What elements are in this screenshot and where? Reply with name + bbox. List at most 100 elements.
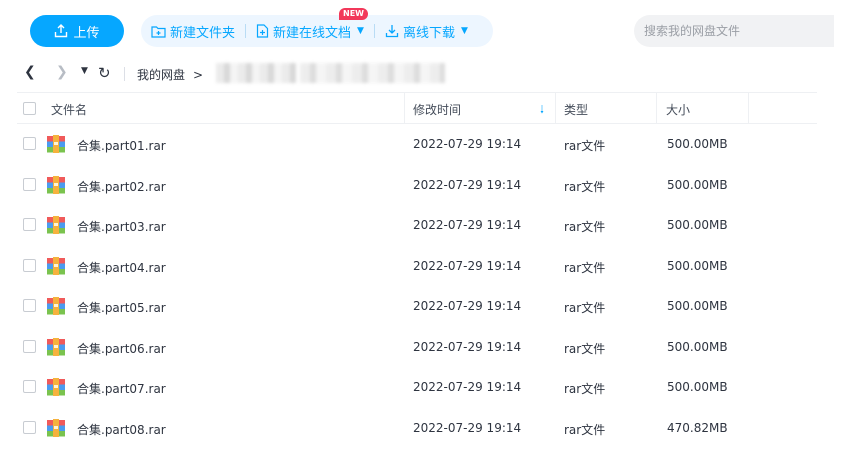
table-row[interactable]: 合集.part02.rar 2022-07-29 19:14 rar文件 500…: [17, 165, 817, 206]
offline-download-label: 离线下载: [402, 25, 455, 41]
file-type: rar文件: [564, 179, 606, 194]
new-folder-icon: [151, 25, 166, 38]
table-body: 合集.part01.rar 2022-07-29 19:14 rar文件 500…: [17, 124, 817, 448]
table-row[interactable]: 合集.part04.rar 2022-07-29 19:14 rar文件 500…: [17, 246, 817, 287]
file-name[interactable]: 合集.part01.rar: [77, 137, 166, 154]
file-modified: 2022-07-29 19:14: [413, 177, 522, 192]
chevron-down-icon: ▼: [357, 26, 364, 36]
file-size: 500.00MB: [667, 380, 728, 394]
new-online-doc-button[interactable]: 新建在线文档 ▼: [256, 22, 364, 41]
file-type: rar文件: [564, 139, 606, 153]
row-checkbox[interactable]: [23, 380, 36, 393]
refresh-icon[interactable]: ↻: [98, 64, 111, 82]
dropdown-icon[interactable]: ▼: [81, 66, 88, 76]
row-checkbox[interactable]: [23, 258, 36, 272]
file-name[interactable]: 合集.part06.rar: [77, 340, 166, 357]
table-header: 文件名 修改时间 🠓 类型 大小: [17, 92, 817, 124]
file-type: rar文件: [564, 382, 606, 396]
toolbar: 上传 新建文件夹 新建在线文档 ▼ NEW 离线下载 ▼ 搜索我的网盘文件: [0, 0, 845, 58]
file-modified: 2022-07-29 19:14: [413, 420, 522, 435]
file-size: 500.00MB: [667, 177, 728, 192]
search-input[interactable]: [634, 15, 834, 47]
back-icon[interactable]: ❮: [24, 64, 36, 80]
row-checkbox[interactable]: [23, 339, 36, 353]
table-row[interactable]: 合集.part05.rar 2022-07-29 19:14 rar文件 500…: [17, 286, 817, 327]
action-group: 新建文件夹 新建在线文档 ▼ NEW 离线下载 ▼: [141, 8, 493, 47]
sort-desc-icon[interactable]: 🠓: [540, 101, 544, 120]
file-modified: 2022-07-29 19:14: [413, 218, 522, 232]
rar-file-icon: [47, 297, 65, 315]
upload-label: 上传: [73, 25, 100, 41]
file-type: rar文件: [564, 341, 606, 356]
rar-file-icon: [47, 256, 65, 275]
row-checkbox[interactable]: [23, 299, 36, 312]
file-size: 500.00MB: [667, 218, 728, 232]
table-row[interactable]: 合集.part08.rar 2022-07-29 19:14 rar文件 470…: [17, 408, 817, 449]
chevron-down-icon: ▼: [460, 26, 468, 36]
new-folder-label: 新建文件夹: [170, 25, 236, 41]
file-name[interactable]: 合集.part04.rar: [77, 259, 166, 276]
file-size: 500.00MB: [667, 339, 728, 354]
file-size: 500.00MB: [667, 299, 728, 313]
header-size[interactable]: 大小: [666, 101, 690, 118]
file-name[interactable]: 合集.part07.rar: [77, 380, 166, 397]
row-checkbox[interactable]: [23, 137, 36, 150]
download-icon: [385, 25, 399, 38]
file-name[interactable]: 合集.part05.rar: [77, 299, 166, 316]
file-size: 470.82MB: [667, 420, 728, 435]
file-type: rar文件: [564, 301, 606, 315]
file-name[interactable]: 合集.part03.rar: [77, 218, 166, 235]
offline-download-button[interactable]: 离线下载 ▼: [385, 22, 468, 41]
select-all-checkbox[interactable]: [23, 102, 36, 115]
header-modified[interactable]: 修改时间: [413, 101, 461, 118]
file-type: rar文件: [564, 260, 606, 275]
breadcrumb: 我的网盘 >: [137, 66, 203, 83]
column-divider: [555, 93, 556, 124]
column-divider: [748, 93, 749, 124]
row-checkbox[interactable]: [23, 420, 36, 434]
file-modified: 2022-07-29 19:14: [413, 339, 522, 354]
forward-icon[interactable]: ❯: [56, 64, 68, 80]
divider: [373, 24, 375, 38]
breadcrumb-separator: >: [193, 67, 204, 82]
file-modified: 2022-07-29 19:14: [413, 380, 522, 394]
file-name[interactable]: 合集.part08.rar: [77, 421, 166, 438]
column-divider: [404, 93, 405, 124]
header-type[interactable]: 类型: [564, 101, 588, 118]
table-row[interactable]: 合集.part07.rar 2022-07-29 19:14 rar文件 500…: [17, 367, 817, 408]
file-name[interactable]: 合集.part02.rar: [77, 178, 166, 195]
rar-file-icon: [47, 216, 65, 234]
file-modified: 2022-07-29 19:14: [413, 299, 522, 313]
divider: [124, 67, 125, 81]
row-checkbox[interactable]: [23, 218, 36, 231]
row-checkbox[interactable]: [23, 177, 36, 191]
redacted-path: [216, 63, 296, 83]
file-size: 500.00MB: [667, 137, 728, 151]
rar-file-icon: [47, 378, 65, 396]
table-row[interactable]: 合集.part03.rar 2022-07-29 19:14 rar文件 500…: [17, 205, 817, 246]
header-name[interactable]: 文件名: [51, 101, 87, 118]
file-modified: 2022-07-29 19:14: [413, 137, 522, 151]
breadcrumb-root[interactable]: 我的网盘: [137, 66, 185, 83]
new-folder-button[interactable]: 新建文件夹: [151, 22, 235, 41]
new-doc-icon: [256, 24, 269, 38]
rar-file-icon: [47, 337, 65, 356]
divider: [245, 24, 247, 38]
table-row[interactable]: 合集.part06.rar 2022-07-29 19:14 rar文件 500…: [17, 327, 817, 368]
table-row[interactable]: 合集.part01.rar 2022-07-29 19:14 rar文件 500…: [17, 124, 817, 165]
rar-file-icon: [47, 135, 65, 153]
new-online-doc-label: 新建在线文档: [273, 25, 352, 41]
new-badge: NEW: [339, 8, 368, 20]
upload-icon: [55, 24, 68, 38]
rar-file-icon: [47, 418, 65, 437]
rar-file-icon: [47, 175, 65, 194]
column-divider: [656, 93, 657, 124]
redacted-path: [300, 63, 445, 83]
file-table: 文件名 修改时间 🠓 类型 大小 合集.part01.rar 2022-07-2…: [17, 92, 817, 448]
navigation-bar: ❮ ❯ ▼ ↻ 我的网盘 >: [0, 58, 845, 90]
file-size: 500.00MB: [667, 258, 728, 273]
file-type: rar文件: [564, 220, 606, 234]
file-modified: 2022-07-29 19:14: [413, 258, 522, 273]
upload-button[interactable]: 上传: [30, 15, 124, 47]
file-type: rar文件: [564, 422, 606, 437]
